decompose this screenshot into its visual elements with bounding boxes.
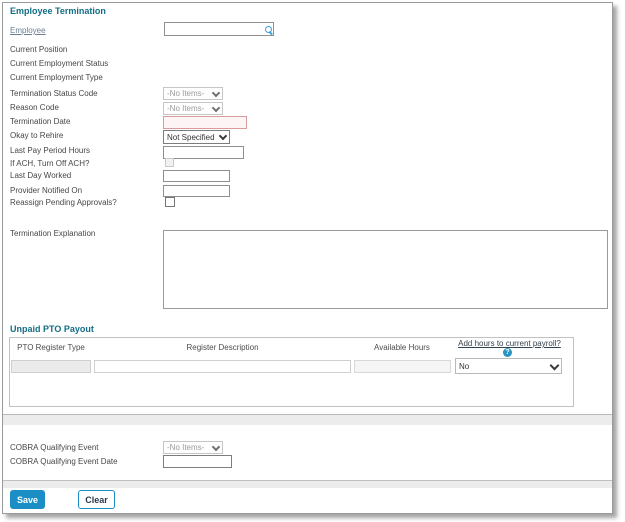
pto-register-type-cell [11,360,91,373]
chevron-down-icon [550,360,560,370]
current-position-label: Current Position [10,45,67,55]
col-available-hours: Available Hours [352,343,452,352]
employee-search-input[interactable] [165,23,265,35]
termination-status-code-label: Termination Status Code [10,89,98,99]
termination-explanation-label: Termination Explanation [10,229,95,239]
cobra-qualifying-event-select[interactable]: -No Items- [163,441,223,454]
provider-notified-on-label: Provider Notified On [10,186,82,196]
available-hours-cell [354,360,451,373]
employee-search-field [164,22,274,36]
last-pay-period-hours-label: Last Pay Period Hours [10,146,90,156]
cobra-qualifying-event-date-label: COBRA Qualifying Event Date [10,457,118,467]
unpaid-pto-payout-title: Unpaid PTO Payout [10,324,94,334]
termination-date-label: Termination Date [10,117,70,127]
if-ach-turn-off-label: If ACH, Turn Off ACH? [10,159,89,169]
save-button[interactable]: Save [10,490,45,509]
last-day-worked-label: Last Day Worked [10,171,71,181]
chevron-down-icon [212,103,220,111]
okay-to-rehire-select[interactable]: Not Specified [163,130,230,144]
col-pto-register-type: PTO Register Type [11,343,91,352]
employee-link[interactable]: Employee [10,26,46,36]
cobra-qualifying-event-date-input[interactable] [163,455,232,468]
section-divider [3,480,612,488]
current-employment-status-label: Current Employment Status [10,59,108,69]
termination-status-code-select[interactable]: -No Items- [163,87,223,100]
okay-to-rehire-value: Not Specified [167,133,215,142]
page-title: Employee Termination [10,6,106,16]
if-ach-turn-off-checkbox [165,158,174,167]
add-hours-value: No [459,362,469,371]
reason-code-select[interactable]: -No Items- [163,102,223,115]
reassign-pending-approvals-label: Reassign Pending Approvals? [10,198,117,208]
provider-notified-on-input[interactable] [163,185,230,197]
reason-code-value: -No Items- [167,104,204,113]
section-divider [3,414,612,425]
last-day-worked-input[interactable] [163,170,230,182]
search-icon[interactable] [265,26,272,33]
add-hours-to-current-payroll-link[interactable]: Add hours to current payroll? [447,339,572,348]
last-pay-period-hours-input[interactable] [163,146,244,159]
chevron-down-icon [212,442,220,450]
help-icon[interactable]: ? [503,348,512,357]
chevron-down-icon [212,88,220,96]
add-hours-select[interactable]: No [455,358,562,374]
termination-status-code-value: -No Items- [167,89,204,98]
current-employment-type-label: Current Employment Type [10,73,103,83]
cobra-qualifying-event-label: COBRA Qualifying Event [10,443,98,453]
col-register-description: Register Description [95,343,350,352]
employee-termination-page: Employee Termination Employee Current Po… [0,0,625,522]
termination-date-input[interactable] [163,116,247,129]
cobra-qualifying-event-value: -No Items- [167,443,204,452]
register-description-cell [94,360,351,373]
reason-code-label: Reason Code [10,103,59,113]
okay-to-rehire-label: Okay to Rehire [10,131,63,141]
chevron-down-icon [219,132,227,140]
reassign-pending-approvals-checkbox[interactable] [165,197,175,207]
termination-explanation-textarea[interactable] [163,230,608,309]
clear-button[interactable]: Clear [78,490,115,509]
